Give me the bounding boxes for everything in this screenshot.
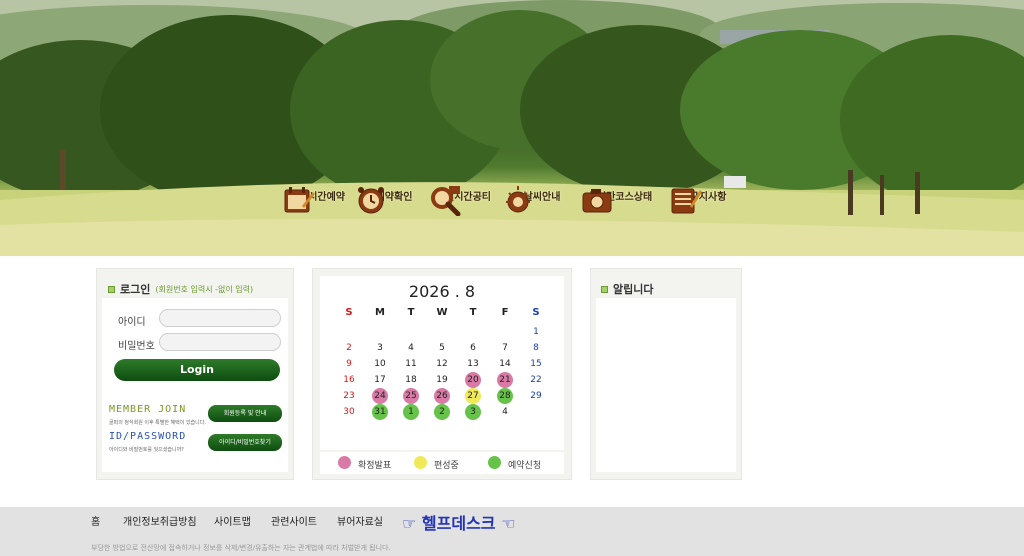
- calendar-day: 17: [374, 375, 386, 385]
- idpw-heading: ID/PASSWORD: [109, 431, 187, 442]
- password-input[interactable]: [159, 333, 281, 351]
- calendar-day: 19: [436, 375, 448, 385]
- calendar-day: 14: [499, 359, 511, 369]
- calendar-day[interactable]: 31: [372, 404, 388, 420]
- footer-link-related-sites[interactable]: 관련사이트: [271, 513, 317, 528]
- calendar-day: 13: [467, 359, 479, 369]
- notice-panel-body: [596, 298, 736, 472]
- id-label: 아이디: [118, 317, 146, 328]
- calendar-day: 15: [530, 359, 542, 369]
- login-title: 로그인 (회원번호 입력시 -없이 입력): [108, 281, 253, 297]
- calendar-month-title: 2026 . 8: [408, 282, 476, 301]
- calendar-day: 23: [343, 391, 355, 401]
- calendar-day: 11: [405, 359, 417, 369]
- password-label: 비밀번호: [118, 341, 155, 352]
- calendar-day[interactable]: 28: [497, 388, 513, 404]
- find-idpw-button[interactable]: 아이디/비밀번호찾기: [208, 434, 282, 451]
- legend-dot: [414, 456, 427, 469]
- calendar-day: 18: [405, 375, 417, 385]
- bullet-icon: [108, 285, 115, 293]
- member-join-button[interactable]: 회원등록 및 안내: [208, 405, 282, 422]
- calendar-day: 5: [439, 343, 445, 353]
- footer-link-home[interactable]: 홈: [91, 513, 100, 528]
- member-join-desc: 골퍼의 정식회원 이후 특별한 혜택이 있습니다.: [109, 420, 206, 426]
- calendar-day: 7: [502, 343, 508, 353]
- weekday-header: S: [345, 307, 353, 318]
- calendar-day: 4: [502, 407, 508, 417]
- weekday-header: T: [469, 307, 477, 318]
- login-title-text: 로그인: [120, 283, 151, 296]
- weekday-header: M: [375, 307, 385, 318]
- login-button[interactable]: Login: [114, 359, 280, 381]
- weather-icon: [506, 186, 530, 213]
- calendar-day: 3: [377, 343, 383, 353]
- weekday-header: W: [436, 307, 448, 318]
- hero-banner: 실시간예약 예약확인 실시간공티 날씨안내 실시간코스상태 공지사항: [0, 0, 1024, 256]
- calendar-day: 2: [346, 343, 352, 353]
- footer-link-sitemap[interactable]: 사이트맵: [214, 513, 251, 528]
- notice-title: 알립니다: [601, 281, 653, 297]
- calendar-day: 22: [530, 375, 542, 385]
- calendar-day: 1: [533, 327, 539, 337]
- menu-item-course-status[interactable]: 실시간코스상태: [580, 184, 660, 213]
- calendar-day: 9: [346, 359, 352, 369]
- camera-icon: [582, 189, 612, 213]
- login-subtitle: (회원번호 입력시 -없이 입력): [155, 284, 254, 294]
- legend-dot: [338, 456, 351, 469]
- footer-link-privacy[interactable]: 개인정보취급방침: [123, 513, 197, 528]
- calendar-day[interactable]: 20: [465, 372, 481, 388]
- member-join-heading: MEMBER JOIN: [109, 404, 187, 415]
- calendar-day[interactable]: 2: [434, 404, 450, 420]
- notice-title-text: 알립니다: [613, 283, 654, 296]
- menu-item-realtime-teetime[interactable]: 실시간공티: [428, 184, 508, 216]
- calendar-day[interactable]: 24: [372, 388, 388, 404]
- calendar-day: 30: [343, 407, 355, 417]
- calendar-day: 8: [533, 343, 539, 353]
- calendar-day[interactable]: 27: [465, 388, 481, 404]
- calendar-day: 29: [530, 391, 542, 401]
- menu-item-realtime-reservation[interactable]: 실시간예약: [282, 184, 362, 213]
- main-menu: 실시간예약 예약확인 실시간공티 날씨안내 실시간코스상태 공지사항: [282, 184, 752, 244]
- helpdesk-link[interactable]: ☞ 헬프데스크 ☜: [402, 510, 515, 534]
- calendar-day[interactable]: 26: [434, 388, 450, 404]
- weekday-header: S: [532, 307, 540, 318]
- idpw-desc: 아이디와 비밀번호를 잊으셨습니까?: [109, 447, 184, 453]
- calendar-day: 12: [436, 359, 448, 369]
- calendar-pen-icon: [284, 187, 315, 213]
- weekday-header: F: [501, 307, 509, 318]
- weekday-header: T: [407, 307, 415, 318]
- menu-item-weather[interactable]: 날씨안내: [502, 184, 582, 213]
- legend-label: 예약신청: [508, 461, 542, 471]
- calendar-day[interactable]: 1: [403, 404, 419, 420]
- legend-dot: [488, 456, 501, 469]
- legend-label: 확정발표: [358, 461, 392, 471]
- footer-notice: 부당한 방법으로 전산망에 접속하거나 정보를 삭제/변경/유출하는 자는 관계…: [91, 544, 391, 552]
- calendar-day: 4: [408, 343, 414, 353]
- calendar-day: 10: [374, 359, 386, 369]
- calendar-day: 6: [470, 343, 476, 353]
- alarm-clock-icon: [358, 187, 384, 214]
- notice-board-icon: [671, 188, 702, 214]
- calendar-day[interactable]: 3: [465, 404, 481, 420]
- calendar-day: 16: [343, 375, 355, 385]
- bullet-icon: [601, 285, 608, 293]
- legend-label: 편성중: [434, 461, 459, 471]
- menu-item-reservation-check[interactable]: 예약확인: [354, 184, 434, 214]
- magnifier-icon: [431, 186, 461, 216]
- calendar-day[interactable]: 25: [403, 388, 419, 404]
- id-input[interactable]: [159, 309, 281, 327]
- menu-item-notice[interactable]: 공지사항: [668, 184, 748, 214]
- footer-link-viewer[interactable]: 뷰어자료실: [337, 513, 383, 528]
- calendar-day[interactable]: 21: [497, 372, 513, 388]
